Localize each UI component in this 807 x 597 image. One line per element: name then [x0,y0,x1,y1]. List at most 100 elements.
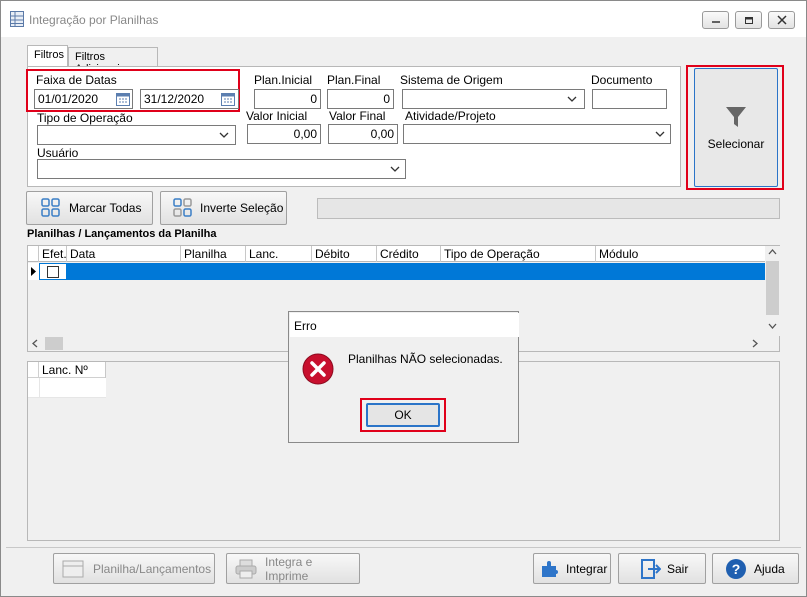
chevron-down-icon [567,96,577,102]
restore-icon [744,17,753,24]
footer-separator [6,547,801,548]
ok-label: OK [394,408,412,422]
grid-icon [41,198,60,217]
integra-imprime-button[interactable]: Integra e Imprime [226,553,360,584]
col-debito[interactable]: Débito [312,246,377,262]
row-indicator-header [28,246,39,262]
documento-field[interactable] [592,89,667,109]
sistema-origem-label: Sistema de Origem [400,73,503,87]
scroll-left-icon[interactable] [32,339,38,348]
svg-text:?: ? [732,561,741,577]
mark-all-label: Marcar Todas [69,201,142,215]
valor-inicial-label: Valor Inicial [246,109,308,123]
calendar-icon[interactable] [116,92,130,106]
sistema-origem-select[interactable] [402,89,585,109]
usuario-label: Usuário [37,146,79,160]
ajuda-button[interactable]: ? Ajuda [712,553,799,584]
restore-button[interactable] [735,11,762,29]
planilha-lancamentos-button[interactable]: Planilha/Lançamentos [53,553,215,584]
documento-label: Documento [591,73,653,87]
selected-row-fill [67,263,765,280]
plan-final-field[interactable]: 0 [327,89,394,109]
calendar-icon[interactable] [221,92,235,106]
grid2-indicator-header [28,362,39,378]
progress-bar [317,198,780,219]
scroll-up-icon[interactable] [768,249,777,255]
planilha-lancamentos-label: Planilha/Lançamentos [93,561,212,576]
col-lanc-numero[interactable]: Lanc. Nº [39,362,106,378]
col-credito[interactable]: Crédito [377,246,441,262]
scroll-right-icon[interactable] [752,339,758,348]
window-title: Integração por Planilhas [29,13,159,27]
tab-filtros-adicionais[interactable]: Filtros Adicionais [68,47,158,75]
title-bar: Integração por Planilhas [1,1,806,37]
atividade-label: Atividade/Projeto [405,109,496,123]
sair-button[interactable]: Sair [618,553,706,584]
invert-selection-button[interactable]: Inverte Seleção [160,191,287,225]
vertical-scroll-thumb[interactable] [766,261,779,315]
valor-final-label: Valor Final [329,109,386,123]
grid2-header: Lanc. Nº [28,362,106,378]
selecionar-label: Selecionar [707,136,765,151]
invert-selection-label: Inverte Seleção [200,201,284,215]
tab-filtros[interactable]: Filtros [27,45,68,67]
plan-inicial-field[interactable]: 0 [254,89,321,109]
error-icon [302,353,334,385]
valor-inicial-field[interactable]: 0,00 [247,124,321,144]
dialog-message: Planilhas NÃO selecionadas. [348,352,503,366]
efet-checkbox[interactable] [47,266,59,278]
col-efet[interactable]: Efet. [39,246,67,262]
puzzle-icon [542,560,558,577]
col-planilha[interactable]: Planilha [181,246,246,262]
ajuda-label: Ajuda [754,561,785,576]
tipo-operacao-label: Tipo de Operação [37,111,133,125]
close-button[interactable] [768,11,795,29]
integrar-label: Integrar [566,561,608,576]
tipo-operacao-select[interactable] [37,125,236,145]
grid2-divider [39,378,40,398]
dialog-title: Erro [290,313,519,337]
minimize-button[interactable] [702,11,729,29]
col-tipo-operacao[interactable]: Tipo de Operação [441,246,596,262]
col-lanc[interactable]: Lanc. [246,246,312,262]
printer-icon [235,559,257,578]
integrar-button[interactable]: Integrar [533,553,611,584]
date-to-value: 31/12/2020 [144,92,205,106]
mark-all-button[interactable]: Marcar Todas [26,191,153,225]
row-pointer [28,263,39,280]
atividade-select[interactable] [403,124,671,144]
invert-grid-icon [173,198,192,217]
row-pointer-icon [31,267,36,276]
plan-inicial-label: Plan.Inicial [254,73,313,87]
usuario-select[interactable] [37,159,406,179]
funnel-icon [726,106,746,127]
chevron-down-icon [390,166,400,172]
scroll-down-icon[interactable] [768,323,777,329]
date-range-label: Faixa de Datas [36,73,117,87]
error-dialog: Erro Planilhas NÃO selecionadas. OK [288,311,519,443]
plan-final-label: Plan.Final [327,73,381,87]
integra-imprime-label: Integra e Imprime [264,554,313,583]
ok-button[interactable]: OK [366,403,440,427]
chevron-down-icon [655,131,665,137]
efet-cell[interactable] [39,263,67,280]
vertical-scrollbar[interactable] [765,246,780,336]
selecionar-button[interactable]: Selecionar [694,68,778,187]
grid1-title: Planilhas / Lançamentos da Planilha [27,228,217,240]
exit-door-icon [641,558,661,579]
sheet-icon [62,560,84,577]
help-icon: ? [726,558,746,579]
grid2-row[interactable] [28,378,106,398]
table-row[interactable] [28,263,765,280]
col-modulo[interactable]: Módulo [596,246,765,262]
minimize-icon [711,21,720,23]
close-icon [776,15,787,25]
valor-final-field[interactable]: 0,00 [328,124,398,144]
col-data[interactable]: Data [67,246,181,262]
date-from-value: 01/01/2020 [38,92,99,106]
chevron-down-icon [219,132,229,138]
spreadsheet-icon [10,11,24,27]
horizontal-scroll-thumb[interactable] [45,337,63,350]
grid1-header: Efet. Data Planilha Lanc. Débito Crédito… [28,246,765,262]
sair-label: Sair [667,561,689,576]
